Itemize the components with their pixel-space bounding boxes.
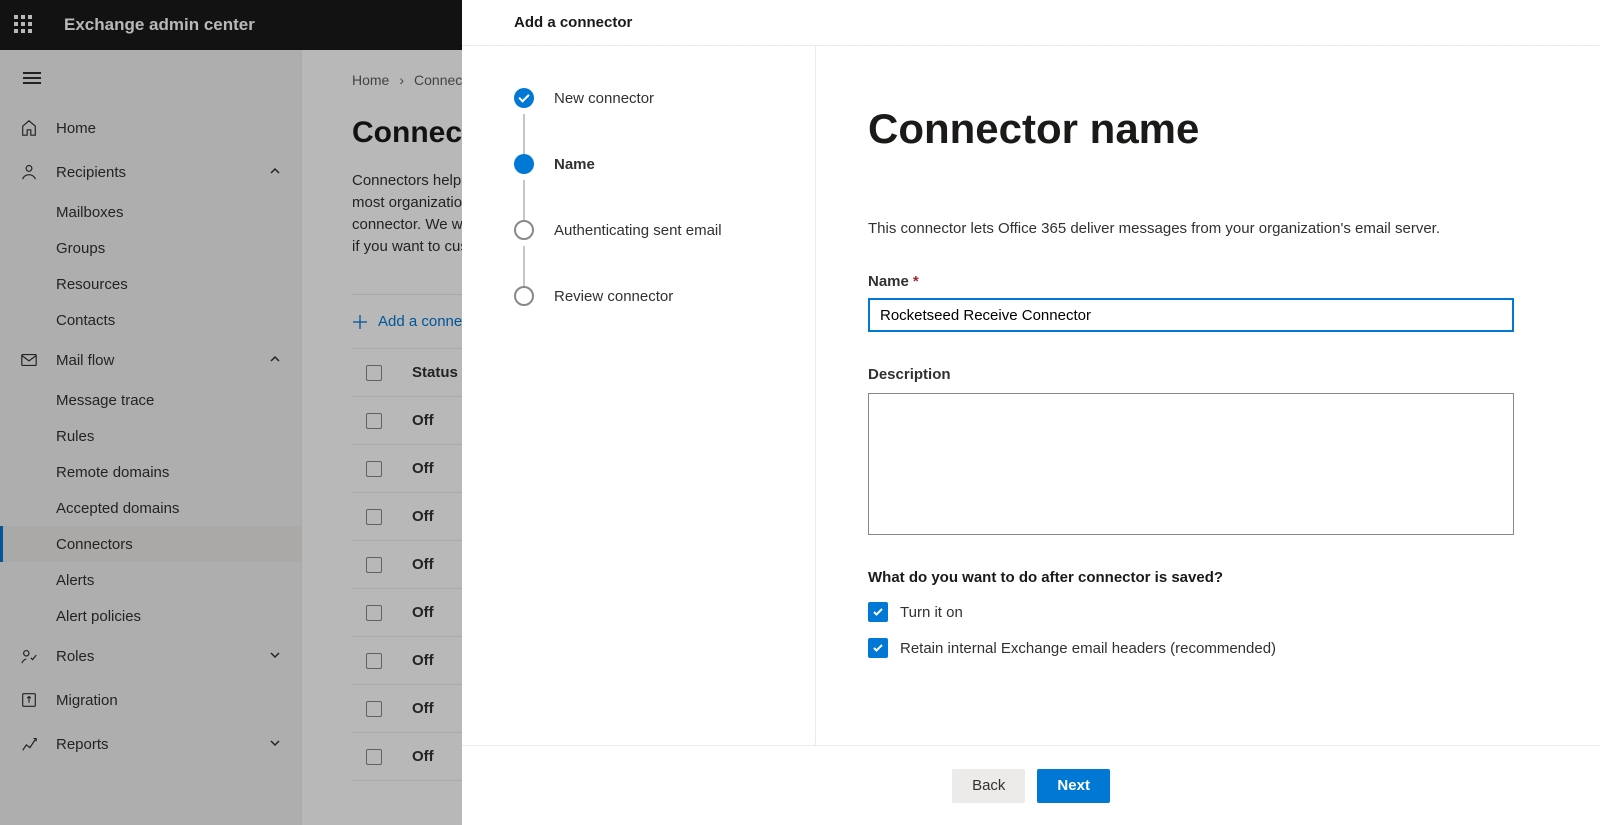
step-current-icon bbox=[514, 154, 534, 174]
form-lead: This connector lets Office 365 deliver m… bbox=[868, 220, 1514, 237]
step-name[interactable]: Name bbox=[514, 154, 815, 174]
required-indicator: * bbox=[913, 273, 919, 290]
checkbox-checked-icon[interactable] bbox=[868, 638, 888, 658]
wizard-form: Connector name This connector lets Offic… bbox=[816, 46, 1600, 745]
description-input[interactable] bbox=[868, 393, 1514, 535]
name-label: Name* bbox=[868, 273, 1514, 290]
step-authenticating: Authenticating sent email bbox=[514, 220, 815, 240]
panel-header: Add a connector bbox=[462, 0, 1600, 46]
description-label: Description bbox=[868, 366, 1514, 383]
name-input[interactable] bbox=[868, 298, 1514, 332]
after-save-question: What do you want to do after connector i… bbox=[868, 569, 1514, 586]
step-label: Name bbox=[554, 156, 595, 173]
step-complete-icon bbox=[514, 88, 534, 108]
next-button[interactable]: Next bbox=[1037, 769, 1110, 803]
step-label: New connector bbox=[554, 90, 654, 107]
turn-on-checkbox-row[interactable]: Turn it on bbox=[868, 602, 1514, 622]
panel-footer: Back Next bbox=[462, 745, 1600, 825]
step-new-connector[interactable]: New connector bbox=[514, 88, 815, 108]
retain-headers-label: Retain internal Exchange email headers (… bbox=[900, 640, 1276, 657]
step-label: Authenticating sent email bbox=[554, 222, 722, 239]
step-upcoming-icon bbox=[514, 286, 534, 306]
step-review: Review connector bbox=[514, 286, 815, 306]
name-label-text: Name bbox=[868, 273, 909, 290]
checkbox-checked-icon[interactable] bbox=[868, 602, 888, 622]
step-label: Review connector bbox=[554, 288, 673, 305]
form-title: Connector name bbox=[868, 106, 1514, 152]
step-upcoming-icon bbox=[514, 220, 534, 240]
wizard-steps: New connector Name Authenticating sent e… bbox=[462, 46, 816, 745]
retain-headers-checkbox-row[interactable]: Retain internal Exchange email headers (… bbox=[868, 638, 1514, 658]
add-connector-panel: Add a connector New connector Name Authe… bbox=[462, 0, 1600, 825]
turn-on-label: Turn it on bbox=[900, 604, 963, 621]
back-button[interactable]: Back bbox=[952, 769, 1025, 803]
overlay-scrim[interactable] bbox=[0, 0, 462, 825]
